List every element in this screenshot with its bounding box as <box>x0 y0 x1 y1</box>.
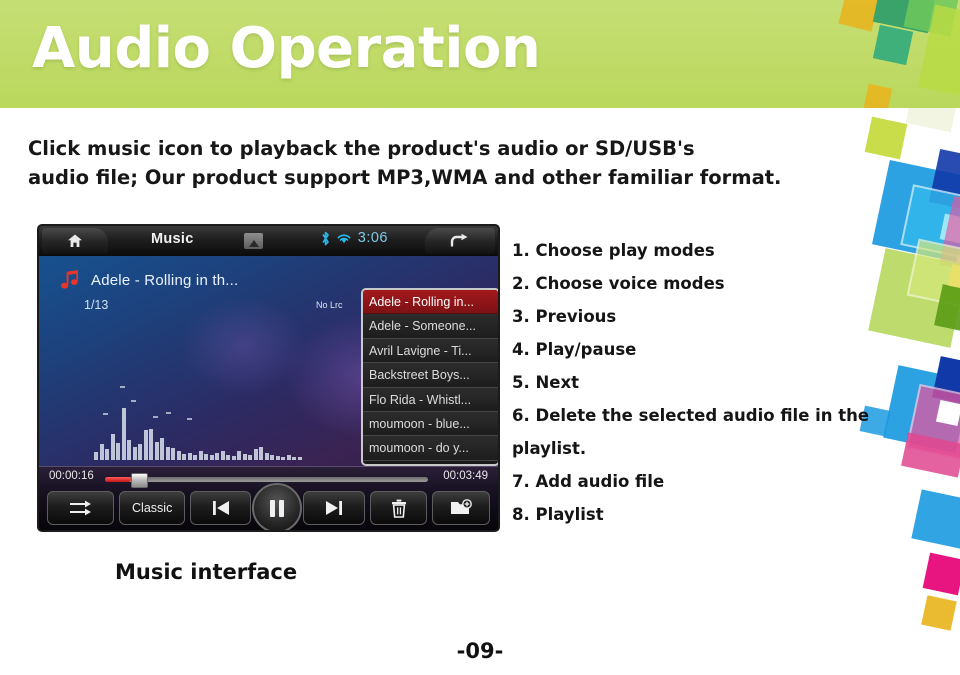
music-player-screenshot: Music 3:06 Adele - Rolling in th... 1/13… <box>37 224 500 532</box>
seek-bar[interactable] <box>105 473 428 488</box>
play-pause-button[interactable] <box>252 483 303 530</box>
track-index: 1/13 <box>84 298 109 312</box>
callout-item: 5. Next <box>512 373 580 392</box>
playlist-item[interactable]: Adele - Rolling in... <box>363 290 498 315</box>
next-icon <box>326 501 343 515</box>
deco-square <box>911 489 960 549</box>
playlist-item[interactable]: Backstreet Boys... <box>363 363 498 388</box>
deco-square <box>864 116 908 160</box>
seek-fill <box>105 477 131 482</box>
playlist-item[interactable]: moumoon - do y... <box>363 436 498 461</box>
callout-list: 1. Choose play modes 2. Choose voice mod… <box>512 234 902 531</box>
playlist-item[interactable]: Flo Rida - Whistl... <box>363 387 498 412</box>
player-stage: Adele - Rolling in th... 1/13 No Lrc Ade… <box>39 256 498 466</box>
player-bottom-bar: 00:00:16 00:03:49 Classic <box>39 466 498 530</box>
next-button[interactable] <box>303 491 365 525</box>
deco-square <box>935 399 960 427</box>
now-playing-row: Adele - Rolling in th... <box>61 270 238 290</box>
intro-line-1: Click music icon to playback the product… <box>28 137 695 160</box>
callout-item: 2. Choose voice modes <box>512 274 725 293</box>
picture-icon[interactable] <box>244 233 263 249</box>
callout-item: 8. Playlist <box>512 505 604 524</box>
clock: 3:06 <box>357 230 388 246</box>
callout-item: 3. Previous <box>512 307 617 326</box>
lyrics-status: No Lrc <box>316 300 343 310</box>
deco-square <box>921 595 957 631</box>
callout-item: 4. Play/pause <box>512 340 637 359</box>
player-title: Music <box>151 231 194 247</box>
bluetooth-icon <box>322 231 329 245</box>
spectrum-analyzer <box>94 355 302 460</box>
deco-square <box>872 24 914 66</box>
music-note-icon <box>61 270 78 289</box>
delete-button[interactable] <box>369 491 428 525</box>
page-number: -09- <box>456 639 504 663</box>
home-button[interactable] <box>42 228 108 254</box>
deco-square <box>905 108 960 133</box>
wifi-icon <box>337 233 351 243</box>
deco-square <box>922 552 960 596</box>
callout-item-continuation: playlist. <box>512 439 587 458</box>
pause-icon <box>270 499 285 517</box>
callout-item: 1. Choose play modes <box>512 241 715 260</box>
add-file-button[interactable] <box>432 491 490 525</box>
playlist-dropdown[interactable]: Adele - Rolling in... Adele - Someone...… <box>361 288 498 466</box>
callout-item: 6. Delete the selected audio file in the <box>512 406 870 425</box>
play-mode-button[interactable] <box>47 491 115 525</box>
add-file-icon <box>451 499 473 514</box>
page-title: Audio Operation <box>32 16 541 81</box>
player-topbar: Music 3:06 <box>39 226 498 257</box>
home-icon <box>68 234 82 247</box>
voice-mode-button[interactable]: Classic <box>119 491 185 525</box>
intro-paragraph: Click music icon to playback the product… <box>28 134 828 192</box>
track-title: Adele - Rolling in th... <box>91 271 239 289</box>
playlist-item[interactable]: Avril Lavigne - Ti... <box>363 338 498 364</box>
deco-square <box>863 83 893 108</box>
shuffle-icon <box>69 500 91 516</box>
return-arrow-icon <box>450 233 468 247</box>
seek-thumb[interactable] <box>130 473 148 488</box>
total-time: 00:03:49 <box>443 470 488 482</box>
trash-icon <box>391 499 406 518</box>
playlist-item[interactable]: moumoon - blue... <box>363 411 498 437</box>
current-time: 00:00:16 <box>49 470 94 482</box>
status-icons: 3:06 <box>321 230 388 246</box>
previous-icon <box>212 501 229 515</box>
previous-button[interactable] <box>189 491 252 525</box>
figure-caption: Music interface <box>115 560 298 584</box>
return-button[interactable] <box>425 228 495 254</box>
intro-line-2: audio file; Our product support MP3,WMA … <box>28 166 782 189</box>
playlist-item[interactable]: Adele - Someone... <box>363 314 498 339</box>
slide-header: Audio Operation <box>0 0 960 108</box>
header-decoration <box>780 0 960 108</box>
callout-item: 7. Add audio file <box>512 472 665 491</box>
transport-controls: Classic <box>47 483 490 530</box>
